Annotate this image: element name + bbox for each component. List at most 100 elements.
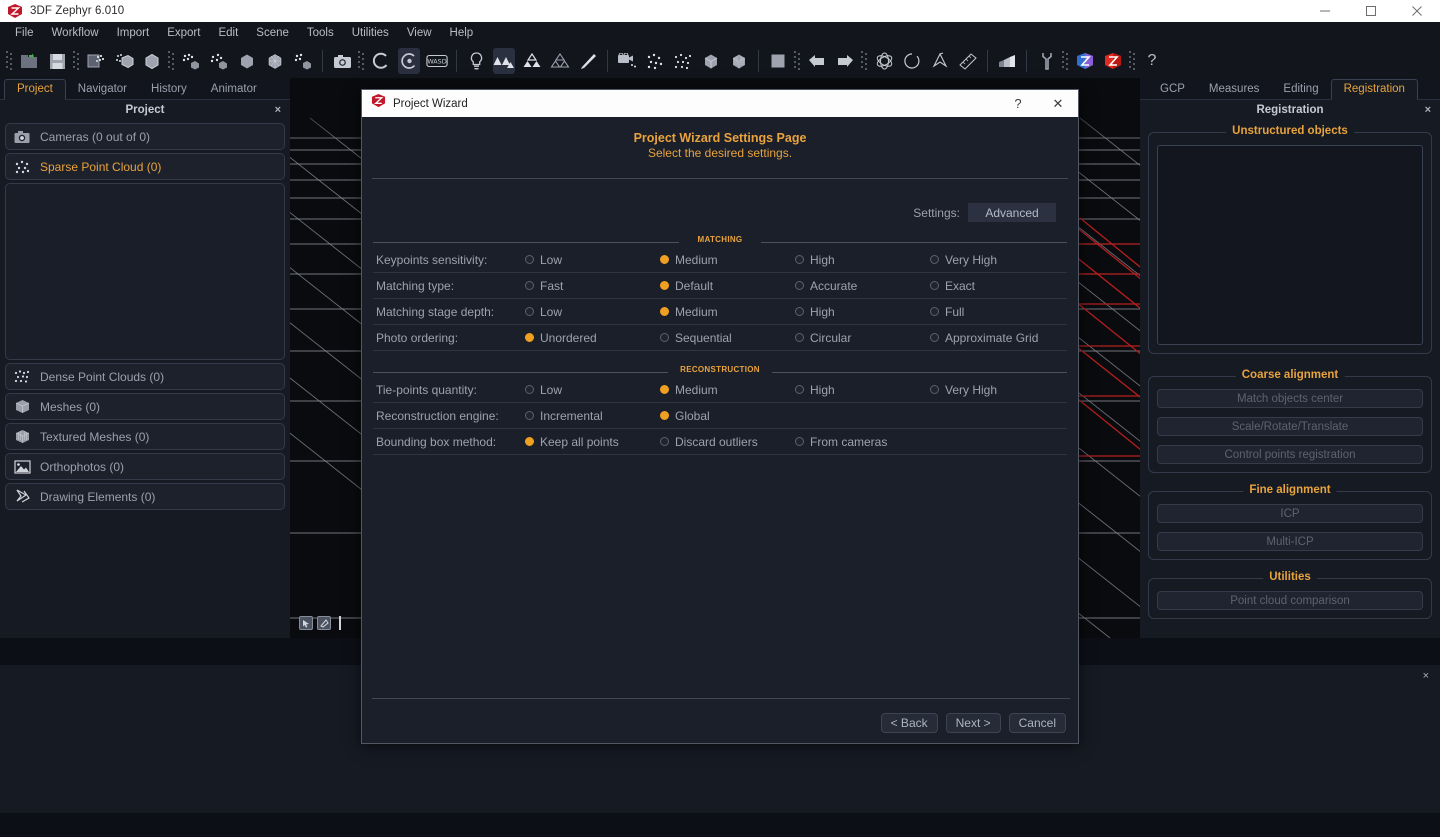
toolbar-grip[interactable]: [6, 50, 13, 72]
radio-tiepoints-medium[interactable]: Medium: [660, 383, 795, 397]
arrow-right-icon[interactable]: [834, 48, 856, 74]
radio-bbox-from-cameras[interactable]: From cameras: [795, 435, 887, 449]
radio-stage-depth-full[interactable]: Full: [930, 305, 964, 319]
toolbar-grip-2[interactable]: [73, 50, 80, 72]
menu-file[interactable]: File: [6, 24, 43, 42]
dense-cloud-edit-icon[interactable]: [208, 48, 230, 74]
radio-photo-sequential[interactable]: Sequential: [660, 331, 795, 345]
wrench-icon[interactable]: [1035, 48, 1057, 74]
bottom-dock-close-icon[interactable]: ×: [1423, 670, 1429, 682]
sparse-cloud-icon[interactable]: [113, 48, 135, 74]
radio-bbox-discard-outliers[interactable]: Discard outliers: [660, 435, 795, 449]
zephyr-red-icon[interactable]: [1102, 48, 1124, 74]
cube-icon[interactable]: [700, 48, 722, 74]
turntable-icon[interactable]: [398, 48, 420, 74]
dialog-help-button[interactable]: ?: [998, 90, 1038, 117]
match-objects-center-button[interactable]: Match objects center: [1157, 389, 1423, 408]
circle-icon[interactable]: [901, 48, 923, 74]
left-panel-close-icon[interactable]: ×: [275, 104, 281, 116]
radio-keypoints-very-high[interactable]: Very High: [930, 253, 997, 267]
points-sparse-icon[interactable]: [672, 48, 694, 74]
settings-dropdown[interactable]: Advanced: [968, 203, 1056, 222]
radio-stage-depth-high[interactable]: High: [795, 305, 930, 319]
radio-keypoints-high[interactable]: High: [795, 253, 930, 267]
triangles-icon[interactable]: [493, 48, 515, 74]
square-icon[interactable]: [767, 48, 789, 74]
menu-help[interactable]: Help: [441, 24, 483, 42]
cancel-button[interactable]: Cancel: [1009, 713, 1066, 733]
radio-bbox-keep-all-points[interactable]: Keep all points: [525, 435, 660, 449]
radio-photo-unordered[interactable]: Unordered: [525, 331, 660, 345]
axis-icon[interactable]: [929, 48, 951, 74]
menu-export[interactable]: Export: [158, 24, 209, 42]
arrow-left-icon[interactable]: [806, 48, 828, 74]
maximize-button[interactable]: [1348, 0, 1394, 22]
triangle-filled-icon[interactable]: [521, 48, 543, 74]
radio-engine-global[interactable]: Global: [660, 409, 795, 423]
menu-workflow[interactable]: Workflow: [43, 24, 108, 42]
textured-mesh-icon[interactable]: [236, 48, 258, 74]
project-item-orthophotos[interactable]: Orthophotos (0): [5, 453, 285, 480]
menu-view[interactable]: View: [398, 24, 441, 42]
tab-navigator[interactable]: Navigator: [66, 80, 139, 99]
textured-mesh-alt-icon[interactable]: [264, 48, 286, 74]
radio-keypoints-medium[interactable]: Medium: [660, 253, 795, 267]
viewport-lasso-icon[interactable]: [317, 616, 331, 630]
orbit-icon[interactable]: [370, 48, 392, 74]
multi-icp-button[interactable]: Multi-ICP: [1157, 532, 1423, 551]
brush-icon[interactable]: [577, 48, 599, 74]
radio-keypoints-low[interactable]: Low: [525, 253, 660, 267]
point-cloud-tools-icon[interactable]: [292, 48, 314, 74]
project-item-meshes[interactable]: Meshes (0): [5, 393, 285, 420]
radio-matching-default[interactable]: Default: [660, 279, 795, 293]
close-button[interactable]: [1394, 0, 1440, 22]
project-item-dense-point-clouds[interactable]: Dense Point Clouds (0): [5, 363, 285, 390]
toolbar-grip-3[interactable]: [168, 50, 175, 72]
right-panel-close-icon[interactable]: ×: [1425, 104, 1431, 116]
save-project-icon[interactable]: [46, 48, 68, 74]
menu-tools[interactable]: Tools: [298, 24, 343, 42]
atom-icon[interactable]: [873, 48, 895, 74]
radio-matching-exact[interactable]: Exact: [930, 279, 975, 293]
points-icon[interactable]: [644, 48, 666, 74]
next-button[interactable]: Next >: [946, 713, 1001, 733]
radio-photo-circular[interactable]: Circular: [795, 331, 930, 345]
control-points-registration-button[interactable]: Control points registration: [1157, 445, 1423, 464]
menu-edit[interactable]: Edit: [209, 24, 247, 42]
toolbar-grip-7[interactable]: [1062, 50, 1069, 72]
cube-wire-icon[interactable]: [728, 48, 750, 74]
tab-measures[interactable]: Measures: [1197, 80, 1272, 99]
mesh-icon[interactable]: [141, 48, 163, 74]
chart-icon[interactable]: [996, 48, 1018, 74]
radio-photo-approximate-grid[interactable]: Approximate Grid: [930, 331, 1038, 345]
menu-utilities[interactable]: Utilities: [343, 24, 398, 42]
minimize-button[interactable]: [1302, 0, 1348, 22]
wasd-icon[interactable]: WASD: [426, 48, 448, 74]
project-tree-area[interactable]: [5, 183, 285, 360]
triangle-outline-icon[interactable]: [549, 48, 571, 74]
dense-cloud-icon[interactable]: [180, 48, 202, 74]
toolbar-grip-6[interactable]: [861, 50, 868, 72]
light-icon[interactable]: [465, 48, 487, 74]
ruler-icon[interactable]: [957, 48, 979, 74]
tab-editing[interactable]: Editing: [1271, 80, 1330, 99]
tab-project[interactable]: Project: [4, 79, 66, 100]
tab-registration[interactable]: Registration: [1331, 79, 1418, 100]
project-item-sparse-point-cloud[interactable]: Sparse Point Cloud (0): [5, 153, 285, 180]
tab-gcp[interactable]: GCP: [1148, 80, 1197, 99]
tab-history[interactable]: History: [139, 80, 199, 99]
radio-stage-depth-low[interactable]: Low: [525, 305, 660, 319]
menu-import[interactable]: Import: [108, 24, 159, 42]
project-item-textured-meshes[interactable]: Textured Meshes (0): [5, 423, 285, 450]
import-photos-icon[interactable]: [85, 48, 107, 74]
open-project-icon[interactable]: [18, 48, 40, 74]
radio-tiepoints-very-high[interactable]: Very High: [930, 383, 997, 397]
tab-animator[interactable]: Animator: [199, 80, 269, 99]
radio-matching-fast[interactable]: Fast: [525, 279, 660, 293]
toolbar-grip-5[interactable]: [794, 50, 801, 72]
toolbar-grip-8[interactable]: [1129, 50, 1136, 72]
menu-scene[interactable]: Scene: [247, 24, 298, 42]
camera-icon[interactable]: [331, 48, 353, 74]
radio-engine-incremental[interactable]: Incremental: [525, 409, 660, 423]
camera-rig-icon[interactable]: [616, 48, 638, 74]
